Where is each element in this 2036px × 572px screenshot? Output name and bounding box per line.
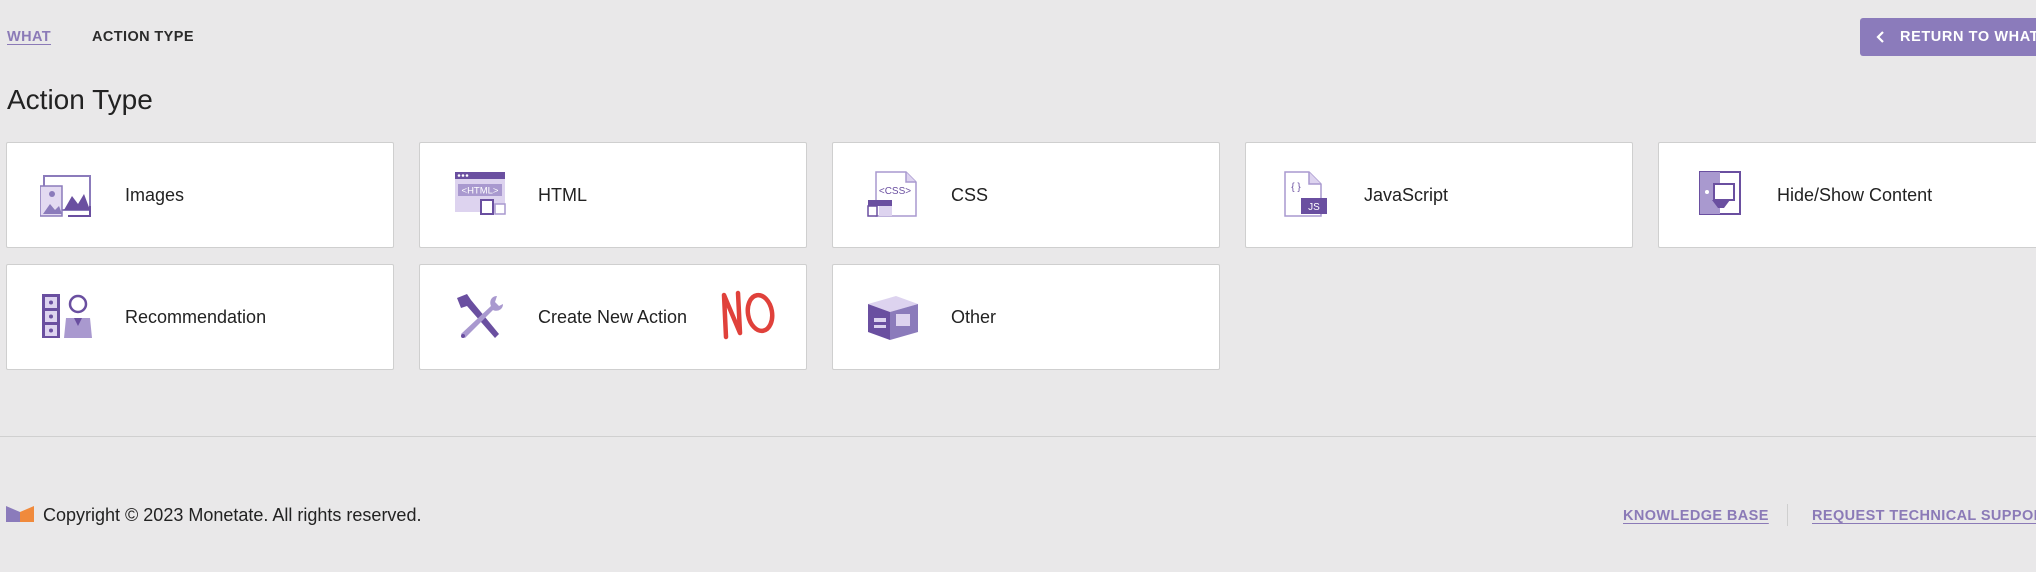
svg-text:<HTML>: <HTML> — [462, 186, 499, 197]
knowledge-base-link[interactable]: KNOWLEDGE BASE — [1623, 508, 1769, 524]
breadcrumb: WHAT ACTION TYPE — [7, 29, 194, 45]
breadcrumb-link-what[interactable]: WHAT — [7, 29, 51, 45]
action-card-label: Recommendation — [125, 306, 267, 327]
no-stamp-icon — [721, 290, 775, 340]
action-card-create-new-action[interactable]: Create New Action — [419, 264, 807, 370]
action-card-html[interactable]: <HTML> HTML — [419, 142, 807, 248]
tools-icon — [457, 294, 503, 338]
images-icon — [40, 175, 91, 217]
action-card-label: JavaScript — [1364, 184, 1449, 205]
footer-divider — [0, 436, 2036, 437]
html-icon: <HTML> — [455, 172, 506, 215]
copyright-text: Copyright © 2023 Monetate. All rights re… — [43, 505, 422, 525]
monetate-logo-icon — [6, 506, 34, 522]
request-technical-support-link[interactable]: REQUEST TECHNICAL SUPPORT — [1812, 508, 2036, 524]
action-card-javascript[interactable]: { } JS JavaScript — [1245, 142, 1633, 248]
recommendation-icon — [42, 294, 92, 338]
css-icon: <CSS> — [867, 171, 917, 217]
breadcrumb-current-action-type: ACTION TYPE — [92, 29, 194, 45]
action-card-css[interactable]: <CSS> CSS — [832, 142, 1220, 248]
chevron-left-icon — [1876, 31, 1884, 43]
page-title: Action Type — [7, 84, 153, 115]
box-icon — [868, 296, 918, 340]
action-card-label: Hide/Show Content — [1777, 184, 1933, 205]
action-card-label: CSS — [951, 184, 989, 205]
action-card-label: Images — [125, 184, 185, 205]
svg-text:<CSS>: <CSS> — [879, 186, 911, 197]
return-to-what-button[interactable]: RETURN TO WHAT — [1860, 18, 2036, 56]
svg-text:JS: JS — [1308, 202, 1320, 213]
return-button-label: RETURN TO WHAT — [1900, 29, 2036, 45]
action-card-other[interactable]: Other — [832, 264, 1220, 370]
hide-show-content-icon — [1699, 171, 1741, 215]
svg-text:{ }: { } — [1291, 182, 1301, 193]
javascript-icon: { } JS — [1284, 171, 1327, 217]
action-card-label: Create New Action — [538, 306, 688, 327]
action-card-label: Other — [951, 306, 997, 327]
action-card-hide-show-content[interactable]: Hide/Show Content — [1658, 142, 2036, 248]
action-card-recommendation[interactable]: Recommendation — [6, 264, 394, 370]
action-card-images[interactable]: Images — [6, 142, 394, 248]
action-card-label: HTML — [538, 184, 587, 205]
footer-link-separator — [1787, 504, 1788, 526]
